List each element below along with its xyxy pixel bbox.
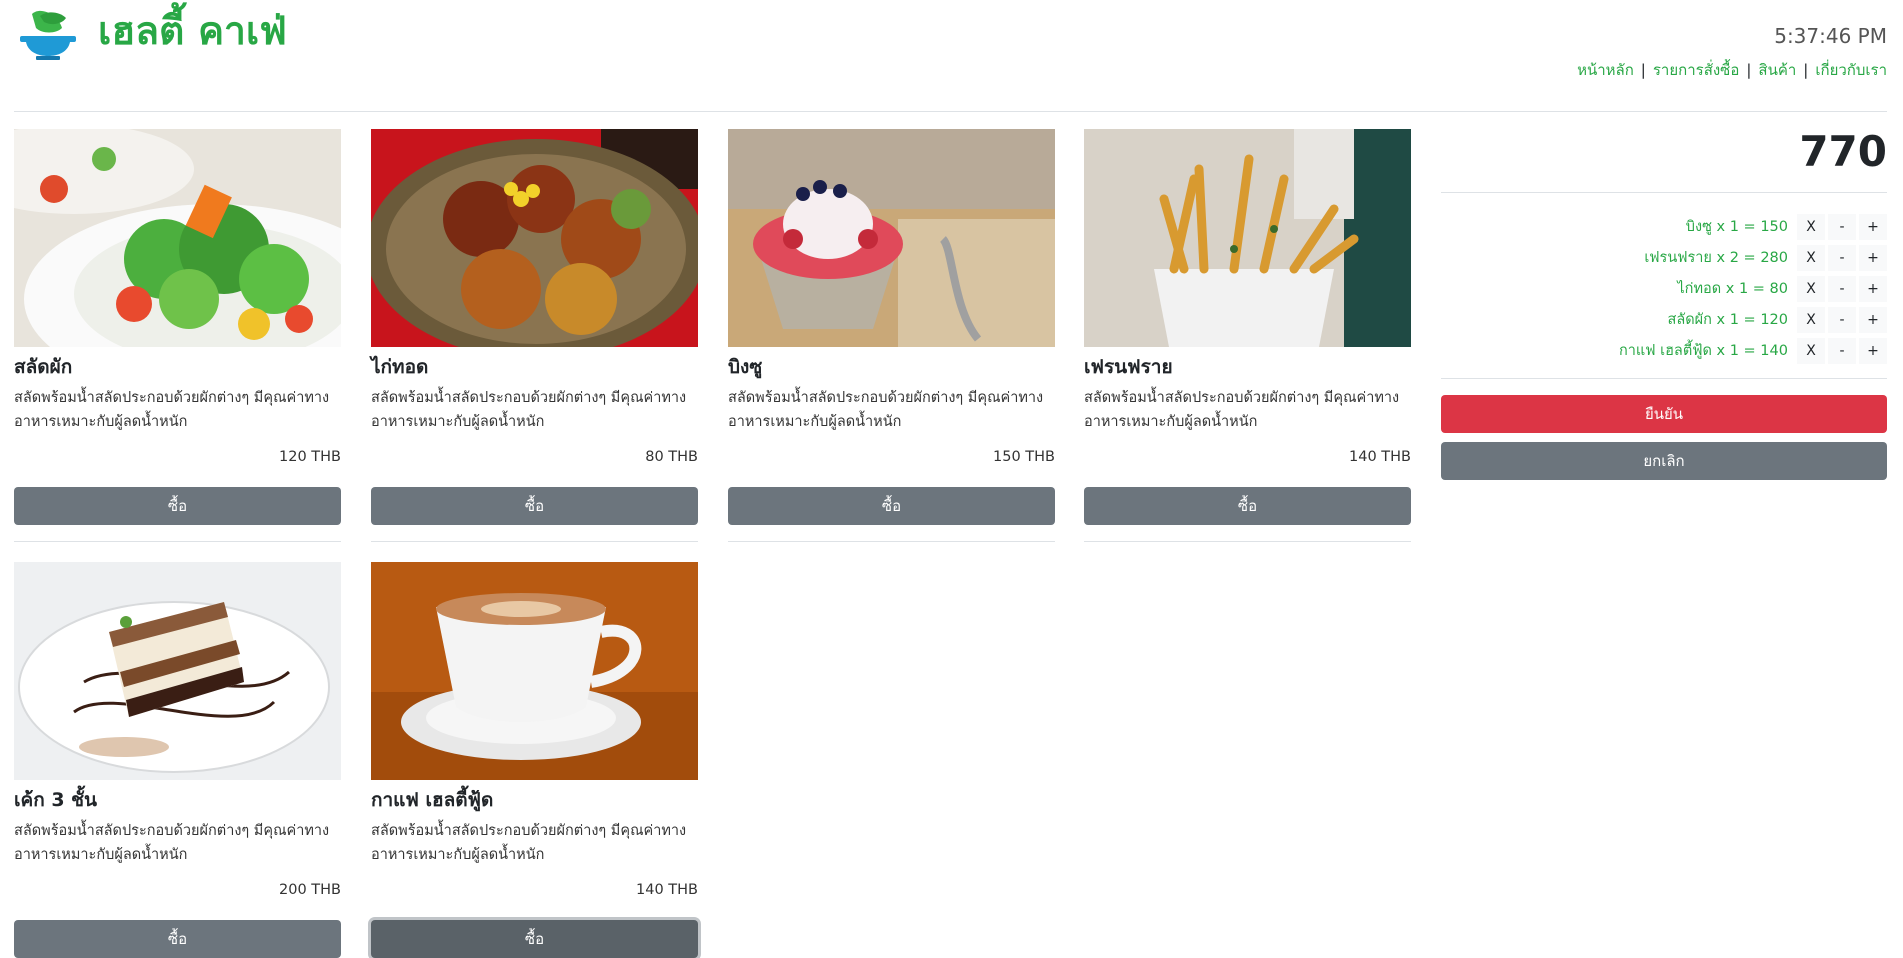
salad-photo xyxy=(14,129,341,347)
cart-panel: 770 บิงซู x 1 = 150 X - + เฟรนฟราย x 2 =… xyxy=(1441,112,1887,480)
site-header: เฮลตี้ คาเฟ่ 5:37:46 PM หน้าหลัก | รายการส… xyxy=(0,0,1903,112)
cart-item-label: ไก่ทอด x 1 = 80 xyxy=(1677,281,1788,297)
remove-item-button[interactable]: X xyxy=(1797,337,1825,364)
product-description: สลัดพร้อมน้ำสลัดประกอบด้วยผักต่างๆ มีคุณ… xyxy=(1084,390,1400,430)
clock: 5:37:46 PM xyxy=(1774,24,1887,48)
cart-item: สลัดผัก x 1 = 120 X - + xyxy=(1441,304,1887,335)
product-card: ไก่ทอด สลัดพร้อมน้ำสลัดประกอบด้วยผักต่าง… xyxy=(371,129,698,542)
product-description: สลัดพร้อมน้ำสลัดประกอบด้วยผักต่างๆ มีคุณ… xyxy=(728,390,1044,430)
cart-total: 770 xyxy=(1799,127,1887,176)
brand-title: เฮลตี้ คาเฟ่ xyxy=(98,9,287,54)
bingsu-photo xyxy=(728,129,1055,347)
buy-button[interactable]: ซื้อ xyxy=(728,487,1055,525)
product-description: สลัดพร้อมน้ำสลัดประกอบด้วยผักต่างๆ มีคุณ… xyxy=(14,823,330,863)
remove-item-button[interactable]: X xyxy=(1797,275,1825,302)
decrease-qty-button[interactable]: - xyxy=(1828,244,1856,271)
cart-item-label: กาแฟ เฮลตี้ฟู้ด x 1 = 140 xyxy=(1618,343,1788,359)
product-description: สลัดพร้อมน้ำสลัดประกอบด้วยผักต่างๆ มีคุณ… xyxy=(371,390,687,430)
cart-item-label: เฟรนฟราย x 2 = 280 xyxy=(1644,250,1788,266)
increase-qty-button[interactable]: + xyxy=(1859,306,1887,333)
product-price: 200 THB xyxy=(279,882,341,898)
remove-item-button[interactable]: X xyxy=(1797,244,1825,271)
cart-item: กาแฟ เฮลตี้ฟู้ด x 1 = 140 X - + xyxy=(1441,335,1887,366)
cake-photo xyxy=(14,562,341,780)
remove-item-button[interactable]: X xyxy=(1797,213,1825,240)
confirm-order-button[interactable]: ยืนยัน xyxy=(1441,395,1887,433)
product-price: 140 THB xyxy=(1349,449,1411,465)
cart-items: บิงซู x 1 = 150 X - + เฟรนฟราย x 2 = 280… xyxy=(1441,193,1887,378)
nav-separator: | xyxy=(1640,61,1646,79)
salad-bowl-logo-icon xyxy=(20,10,76,60)
increase-qty-button[interactable]: + xyxy=(1859,244,1887,271)
product-name: ไก่ทอด xyxy=(371,356,429,378)
product-card: สลัดผัก สลัดพร้อมน้ำสลัดประกอบด้วยผักต่า… xyxy=(14,129,341,542)
product-price: 150 THB xyxy=(993,449,1055,465)
decrease-qty-button[interactable]: - xyxy=(1828,275,1856,302)
card-divider xyxy=(728,541,1055,542)
buy-button[interactable]: ซื้อ xyxy=(14,487,341,525)
cancel-order-button[interactable]: ยกเลิก xyxy=(1441,442,1887,480)
product-price: 120 THB xyxy=(279,449,341,465)
product-description: สลัดพร้อมน้ำสลัดประกอบด้วยผักต่างๆ มีคุณ… xyxy=(14,390,330,430)
decrease-qty-button[interactable]: - xyxy=(1828,306,1856,333)
remove-item-button[interactable]: X xyxy=(1797,306,1825,333)
product-name: บิงซู xyxy=(728,356,763,378)
product-card: เฟรนฟราย สลัดพร้อมน้ำสลัดประกอบด้วยผักต่… xyxy=(1084,129,1411,542)
nav-home[interactable]: หน้าหลัก xyxy=(1577,61,1634,79)
buy-button[interactable]: ซื้อ xyxy=(1084,487,1411,525)
cart-item-label: สลัดผัก x 1 = 120 xyxy=(1667,312,1789,328)
buy-button[interactable]: ซื้อ xyxy=(14,920,341,958)
cart-item: บิงซู x 1 = 150 X - + xyxy=(1441,211,1887,242)
nav-separator: | xyxy=(1746,61,1752,79)
top-nav: หน้าหลัก | รายการสั่งซื้อ | สินค้า | เกี่ยวกับ… xyxy=(1577,58,1887,82)
card-divider xyxy=(14,541,341,542)
product-price: 140 THB xyxy=(636,882,698,898)
nav-products[interactable]: สินค้า xyxy=(1758,61,1796,79)
decrease-qty-button[interactable]: - xyxy=(1828,213,1856,240)
card-divider xyxy=(1084,541,1411,542)
cart-item: ไก่ทอด x 1 = 80 X - + xyxy=(1441,273,1887,304)
product-card: บิงซู สลัดพร้อมน้ำสลัดประกอบด้วยผักต่างๆ… xyxy=(728,129,1055,542)
product-name: สลัดผัก xyxy=(14,356,73,378)
nav-about[interactable]: เกี่ยวกับเรา xyxy=(1815,61,1887,79)
product-name: เค้ก 3 ชั้น xyxy=(14,789,98,811)
card-divider xyxy=(371,541,698,542)
product-card: เค้ก 3 ชั้น สลัดพร้อมน้ำสลัดประกอบด้วยผั… xyxy=(14,562,341,958)
increase-qty-button[interactable]: + xyxy=(1859,213,1887,240)
french-fries-photo xyxy=(1084,129,1411,347)
cart-divider xyxy=(1441,378,1887,379)
cart-item: เฟรนฟราย x 2 = 280 X - + xyxy=(1441,242,1887,273)
buy-button[interactable]: ซื้อ xyxy=(371,487,698,525)
product-price: 80 THB xyxy=(645,449,698,465)
increase-qty-button[interactable]: + xyxy=(1859,337,1887,364)
cart-item-label: บิงซู x 1 = 150 xyxy=(1685,219,1788,235)
nav-separator: | xyxy=(1803,61,1809,79)
decrease-qty-button[interactable]: - xyxy=(1828,337,1856,364)
fried-chicken-photo xyxy=(371,129,698,347)
product-description: สลัดพร้อมน้ำสลัดประกอบด้วยผักต่างๆ มีคุณ… xyxy=(371,823,687,863)
product-card: กาแฟ เฮลตี้ฟู้ด สลัดพร้อมน้ำสลัดประกอบด้… xyxy=(371,562,698,958)
increase-qty-button[interactable]: + xyxy=(1859,275,1887,302)
product-name: เฟรนฟราย xyxy=(1084,356,1173,378)
nav-orders[interactable]: รายการสั่งซื้อ xyxy=(1653,61,1740,79)
coffee-photo xyxy=(371,562,698,780)
buy-button[interactable]: ซื้อ xyxy=(371,920,698,958)
product-name: กาแฟ เฮลตี้ฟู้ด xyxy=(371,789,494,811)
